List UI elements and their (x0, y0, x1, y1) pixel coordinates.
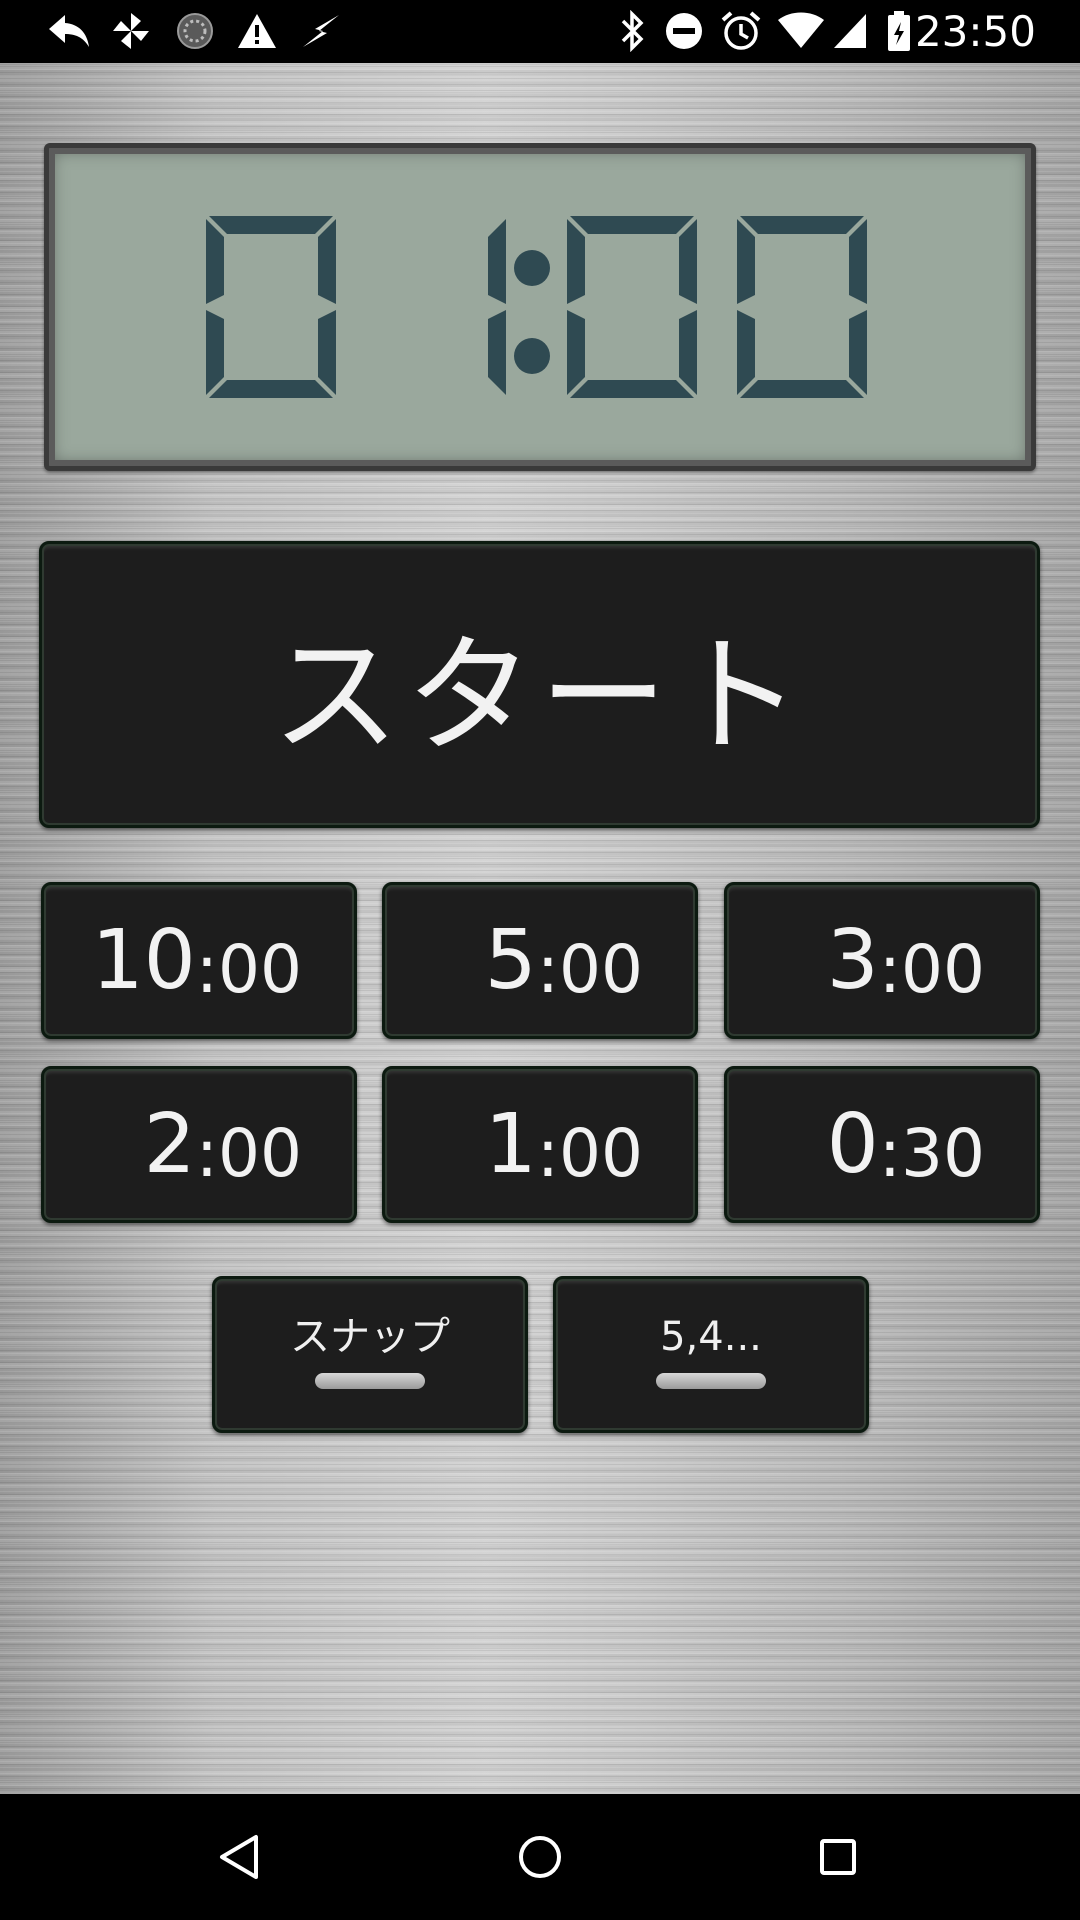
preset-seconds: :30 (878, 1114, 985, 1192)
lcd-segment (488, 219, 506, 304)
preset-30sec-button[interactable]: 0:30 (724, 1066, 1040, 1223)
do-not-disturb-icon (662, 10, 706, 52)
lcd-segment (679, 310, 697, 395)
preset-10min-button[interactable]: 10:00 (41, 882, 357, 1039)
lcd-segment (567, 219, 585, 304)
snap-label: スナップ (290, 1314, 450, 1360)
snap-indicator (315, 1373, 425, 1389)
lcd-segment (737, 310, 755, 395)
lcd-segment (567, 310, 585, 395)
warning-icon (234, 10, 280, 52)
preset-minutes: 0 (826, 1096, 879, 1192)
lcd-segment (740, 380, 864, 398)
start-button-label: スタート (271, 622, 808, 771)
lcd-segment (570, 216, 694, 234)
pinwheel-icon (108, 10, 154, 52)
countdown-indicator (656, 1373, 766, 1389)
preset-minutes: 3 (826, 912, 879, 1008)
preset-5min-button[interactable]: 5:00 (382, 882, 698, 1039)
lcd-segment (318, 310, 336, 395)
reply-icon (46, 10, 92, 52)
lcd-segment (849, 310, 867, 395)
lcd-segment (206, 310, 224, 395)
preset-minutes: 1 (484, 1096, 537, 1192)
lcd-digit (488, 219, 506, 395)
preset-2min-button[interactable]: 2:00 (41, 1066, 357, 1223)
battery-charging-icon (884, 10, 914, 52)
snap-toggle-button[interactable]: スナップ (212, 1276, 528, 1433)
lcd-colon-dot (514, 250, 550, 286)
lcd-segment (679, 219, 697, 304)
countdown-label: 5,4... (660, 1314, 762, 1360)
navigation-bar (0, 1794, 1080, 1920)
start-button[interactable]: スタート (39, 541, 1040, 828)
lcd-digit (206, 216, 336, 398)
preset-3min-button[interactable]: 3:00 (724, 882, 1040, 1039)
recents-icon[interactable] (808, 1827, 868, 1887)
lcd-colon-dot (514, 338, 550, 374)
lcd-segment (209, 216, 333, 234)
lcd-segment (737, 219, 755, 304)
status-time: 23:50 (914, 7, 1036, 56)
lcd-segment (740, 216, 864, 234)
home-icon[interactable] (510, 1827, 570, 1887)
lcd-segment (209, 380, 333, 398)
lcd-digit (737, 216, 867, 398)
preset-minutes: 5 (484, 912, 537, 1008)
lcd-colon (514, 250, 550, 374)
lcd-segment (488, 310, 506, 395)
lcd-segment (570, 380, 694, 398)
alarm-icon (718, 10, 764, 52)
preset-seconds: :00 (195, 930, 302, 1008)
preset-seconds: :00 (878, 930, 985, 1008)
flash-icon (298, 10, 344, 52)
lcd-digit (567, 216, 697, 398)
lcd-segment (318, 219, 336, 304)
timer-display (44, 143, 1036, 471)
preset-minutes: 10 (91, 912, 196, 1008)
countdown-toggle-button[interactable]: 5,4... (553, 1276, 869, 1433)
bluetooth-icon (612, 10, 652, 52)
wifi-icon (776, 10, 826, 52)
timer-digits (206, 216, 867, 398)
preset-1min-button[interactable]: 1:00 (382, 1066, 698, 1223)
preset-minutes: 2 (143, 1096, 196, 1192)
lcd-segment (849, 219, 867, 304)
loading-circle-icon (172, 10, 218, 52)
back-icon[interactable] (210, 1827, 270, 1887)
preset-seconds: :00 (536, 930, 643, 1008)
preset-seconds: :00 (536, 1114, 643, 1192)
preset-seconds: :00 (195, 1114, 302, 1192)
cell-signal-icon (830, 10, 870, 52)
lcd-segment (206, 219, 224, 304)
status-bar: 23:50 (0, 0, 1080, 63)
